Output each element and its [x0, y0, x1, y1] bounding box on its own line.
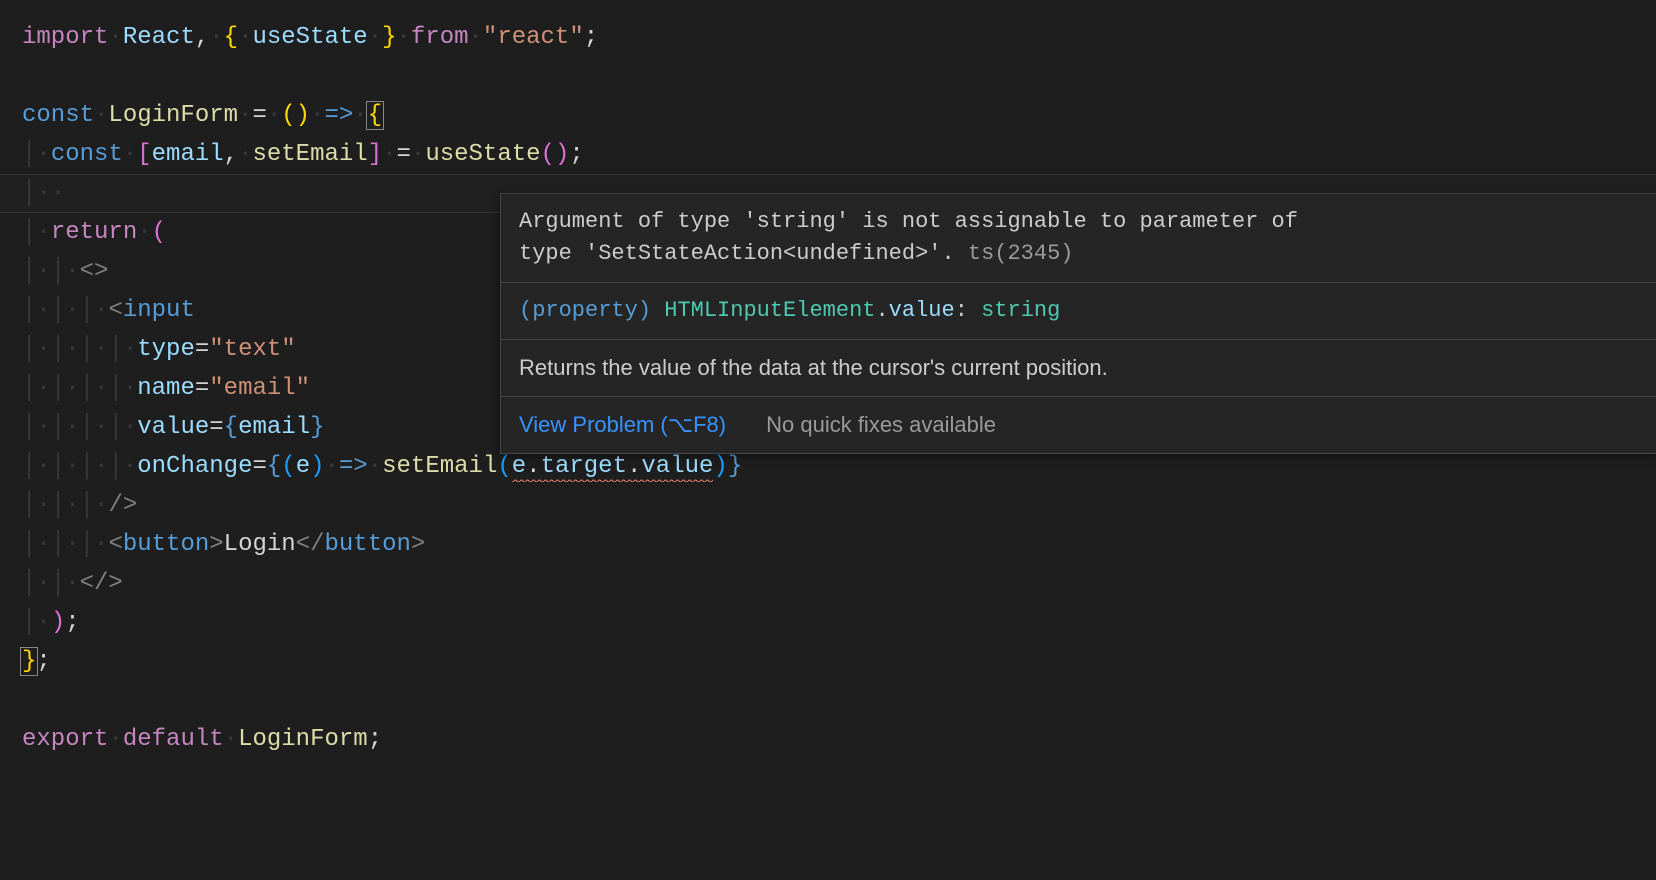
- code-line[interactable]: │·const·[email,·setEmail]·=·useState();: [22, 135, 1656, 174]
- code-editor[interactable]: import·React,·{·useState·}·from·"react";…: [0, 0, 1656, 880]
- code-line[interactable]: };: [22, 642, 1656, 681]
- jsx-fragment-open: <>: [80, 258, 109, 285]
- jsx-text: Login: [224, 531, 296, 558]
- keyword-export: export: [22, 726, 108, 753]
- keyword-from: from: [411, 24, 469, 51]
- hover-signature-section: (property) HTMLInputElement.value: strin…: [501, 283, 1656, 340]
- identifier: useState: [252, 24, 367, 51]
- code-line-blank[interactable]: [22, 57, 1656, 96]
- code-line[interactable]: │·│·│·/>: [22, 486, 1656, 525]
- jsx-fragment-close: </>: [80, 570, 123, 597]
- error-squiggle[interactable]: e.target.value: [512, 453, 714, 482]
- bracket-match: {: [366, 101, 384, 130]
- code-line[interactable]: import·React,·{·useState·}·from·"react";: [22, 18, 1656, 57]
- hover-tooltip: Argument of type 'string' is not assigna…: [500, 193, 1656, 454]
- signature-return-type: string: [981, 298, 1060, 323]
- error-message-line1: Argument of type 'string' is not assigna…: [519, 206, 1639, 238]
- var-setemail: setEmail: [252, 141, 367, 168]
- code-line[interactable]: export·default·LoginForm;: [22, 720, 1656, 759]
- hover-error-section: Argument of type 'string' is not assigna…: [501, 194, 1656, 283]
- signature-type: HTMLInputElement: [664, 298, 875, 323]
- keyword-const: const: [22, 102, 94, 129]
- var-email: email: [152, 141, 224, 168]
- keyword-default: default: [123, 726, 224, 753]
- hover-doc-section: Returns the value of the data at the cur…: [501, 340, 1656, 397]
- code-line[interactable]: │·│·</>: [22, 564, 1656, 603]
- jsx-attr-onchange: onChange: [137, 453, 252, 480]
- keyword-return: return: [51, 219, 137, 246]
- signature-prop: value: [889, 298, 955, 323]
- code-line[interactable]: │·│·│·<button>Login</button>: [22, 525, 1656, 564]
- error-message-line2: type 'SetStateAction<undefined>'.: [519, 241, 955, 266]
- jsx-attr-value: value: [137, 414, 209, 441]
- error-code: ts(2345): [968, 241, 1074, 266]
- string: "react": [483, 24, 584, 51]
- jsx-attr-type: type: [137, 336, 195, 363]
- view-problem-link[interactable]: View Problem (⌥F8): [519, 409, 726, 441]
- jsx-tag-button: button: [123, 531, 209, 558]
- code-line[interactable]: │·);: [22, 603, 1656, 642]
- hover-actions-section: View Problem (⌥F8) No quick fixes availa…: [501, 397, 1656, 453]
- keyword-import: import: [22, 24, 108, 51]
- code-line-blank[interactable]: [22, 681, 1656, 720]
- identifier: React: [123, 24, 195, 51]
- jsx-tag-input: input: [123, 297, 195, 324]
- component-name: LoginForm: [108, 102, 238, 129]
- jsx-self-close: />: [108, 492, 137, 519]
- no-quick-fix-label: No quick fixes available: [766, 409, 996, 441]
- code-line[interactable]: const·LoginForm·=·()·=>·{: [22, 96, 1656, 135]
- jsx-attr-name: name: [137, 375, 195, 402]
